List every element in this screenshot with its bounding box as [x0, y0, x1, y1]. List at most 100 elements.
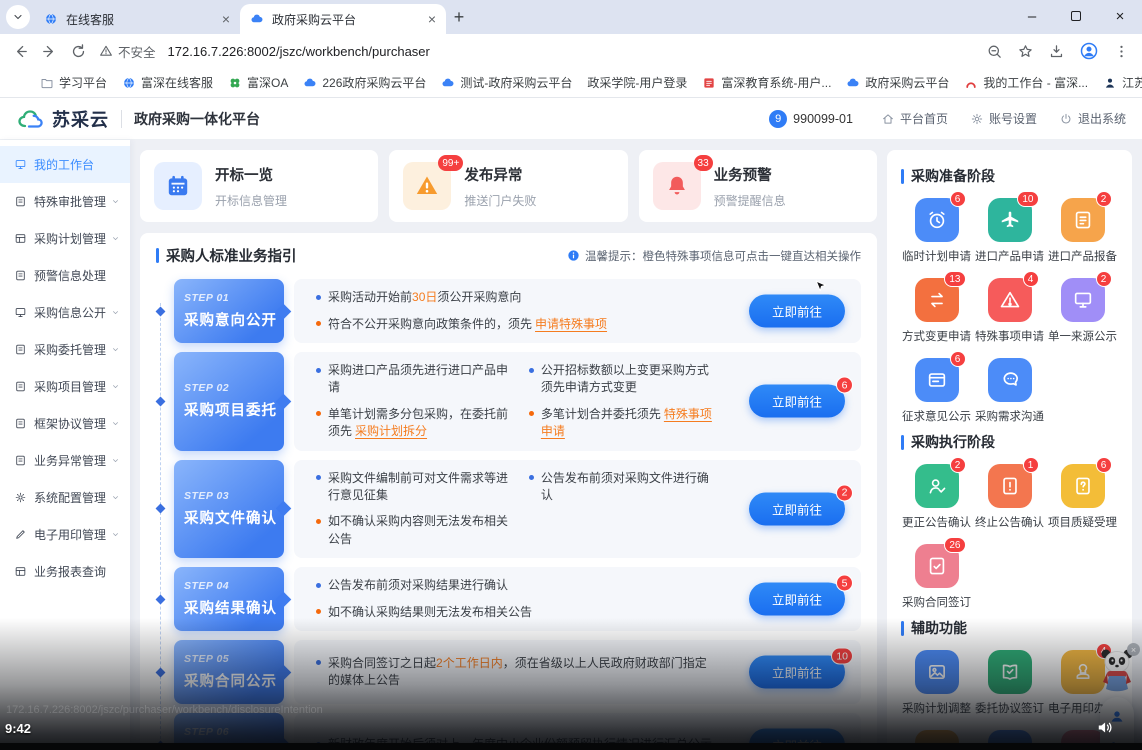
- tile-method-change-apply[interactable]: 13方式变更申请: [901, 278, 972, 344]
- logout-link[interactable]: 退出系统: [1059, 110, 1126, 127]
- clover-icon: [228, 76, 242, 90]
- plan-split-link[interactable]: 采购计划拆分: [355, 424, 427, 438]
- card-business-warning[interactable]: 33 业务预警预警提醒信息: [639, 150, 877, 222]
- doc-sign-icon: [926, 555, 948, 577]
- tile-plan-adjust[interactable]: 采购计划调整: [901, 650, 972, 716]
- tile-badge: 1: [1023, 457, 1039, 473]
- cloud-icon: [846, 76, 860, 90]
- sidebar-item-report-query[interactable]: 业务报表查询: [0, 553, 130, 590]
- tile-opinion-solicitation[interactable]: 6征求意见公示: [901, 358, 972, 424]
- section-title-execution: 采购执行阶段: [901, 432, 1118, 452]
- tile-badge: 2: [950, 457, 966, 473]
- bookmark-edu-system[interactable]: 富深教育系统-用户...: [702, 74, 831, 91]
- monitor-icon: [14, 158, 27, 171]
- window-controls: – ×: [1010, 0, 1142, 32]
- guideline: 公告发布前须对采购文件进行确认: [529, 470, 713, 505]
- volume-icon[interactable]: [1096, 718, 1115, 737]
- warning-triangle-icon: [414, 173, 440, 199]
- person-check-icon: [926, 475, 948, 497]
- go-now-button[interactable]: 立即前往: [749, 295, 845, 328]
- tile-project-query-accept[interactable]: 6项目质疑受理: [1047, 464, 1118, 530]
- zoom-out-icon[interactable]: [986, 43, 1003, 60]
- maximize-button[interactable]: [1054, 0, 1098, 32]
- chevron-down-icon: [111, 493, 120, 502]
- section-title-preparation: 采购准备阶段: [901, 166, 1118, 186]
- back-icon[interactable]: [12, 43, 29, 60]
- close-icon[interactable]: ×: [222, 12, 230, 26]
- sidebar-item-framework-agreement[interactable]: 框架协议管理: [0, 405, 130, 442]
- tile-contract-sign[interactable]: 26采购合同签订: [901, 544, 972, 610]
- document-icon: [1072, 209, 1094, 231]
- minimize-button[interactable]: –: [1010, 0, 1054, 32]
- sidebar-item-eseal-management[interactable]: 电子用印管理: [0, 516, 130, 553]
- go-now-button[interactable]: 立即前往6: [749, 385, 845, 418]
- download-icon[interactable]: [1048, 43, 1065, 60]
- tile-badge: 6: [1096, 457, 1112, 473]
- go-now-button[interactable]: 立即前往10: [749, 656, 845, 689]
- tile-correction-notice-confirm[interactable]: 2更正公告确认: [901, 464, 972, 530]
- tile-badge: 10: [1017, 191, 1038, 207]
- bookmark-learning-platform[interactable]: 学习平台: [40, 74, 107, 91]
- close-icon[interactable]: ×: [1127, 643, 1140, 656]
- card-badge: 99+: [438, 155, 463, 171]
- bookmark-my-workbench[interactable]: 我的工作台 - 富深...: [964, 74, 1088, 91]
- sidebar-item-delegation-management[interactable]: 采购委托管理: [0, 331, 130, 368]
- guideline: 公告发布前须对采购结果进行确认: [316, 577, 713, 594]
- bookmark-star-icon[interactable]: [1017, 43, 1034, 60]
- tile-badge: 2: [1096, 191, 1112, 207]
- bookmark-procurement-cloud[interactable]: 政府采购云平台: [846, 74, 949, 91]
- forward-icon[interactable]: [41, 43, 58, 60]
- bookmark-fushen-service[interactable]: 富深在线客服: [122, 74, 213, 91]
- new-tab-button[interactable]: +: [446, 4, 472, 30]
- tile-single-source-publicity[interactable]: 2单一来源公示: [1047, 278, 1118, 344]
- tile-temp-plan-apply[interactable]: 6临时计划申请: [901, 198, 972, 264]
- sidebar-item-special-approval[interactable]: 特殊审批管理: [0, 183, 130, 220]
- browser-tab-online-service[interactable]: 在线客服 ×: [34, 4, 240, 34]
- sidebar-item-warning-info[interactable]: 预警信息处理: [0, 257, 130, 294]
- sidebar-item-project-management[interactable]: 采购项目管理: [0, 368, 130, 405]
- stamp-icon: [1072, 661, 1094, 683]
- apply-special-matter-link[interactable]: 申请特殊事项: [535, 317, 607, 331]
- account-settings-link[interactable]: 账号设置: [970, 110, 1037, 127]
- divider: [121, 110, 122, 128]
- tile-agreement-sign[interactable]: 委托协议签订: [974, 650, 1045, 716]
- bookmark-fushen-oa[interactable]: 富深OA: [228, 74, 288, 91]
- bookmark-jiangsu-gov[interactable]: 江苏政府采购网: [1103, 74, 1142, 91]
- notification-badge[interactable]: 9: [769, 110, 787, 128]
- close-window-button[interactable]: ×: [1098, 0, 1142, 32]
- browser-status-url: 172.16.7.226:8002/jszc/purchaser/workben…: [6, 704, 323, 716]
- close-icon[interactable]: ×: [428, 12, 436, 26]
- tile-import-product-report[interactable]: 2进口产品报备: [1047, 198, 1118, 264]
- doc-icon: [14, 343, 27, 356]
- image-icon: [926, 661, 948, 683]
- tile-termination-notice-confirm[interactable]: 1终止公告确认: [974, 464, 1045, 530]
- step-row-document-confirm: STEP 03采购文件确认 采购文件编制前可对文件需求等进行意见征集 公告发布前…: [174, 460, 861, 559]
- platform-home-link[interactable]: 平台首页: [881, 110, 948, 127]
- go-now-button[interactable]: 立即前往5: [749, 583, 845, 616]
- tile-special-matter-apply[interactable]: 4特殊事项申请: [974, 278, 1045, 344]
- bookmark-academy-login[interactable]: 政采学院-用户登录: [587, 74, 687, 91]
- bookmark-226-cloud[interactable]: 226政府采购云平台: [303, 74, 426, 91]
- tab-search-icon[interactable]: [6, 5, 30, 29]
- browser-menu-icon[interactable]: [1113, 43, 1130, 60]
- card-bid-opening[interactable]: 开标一览开标信息管理: [140, 150, 378, 222]
- go-now-button[interactable]: 立即前往2: [749, 492, 845, 525]
- security-chip[interactable]: 不安全: [99, 42, 156, 61]
- profile-avatar-icon[interactable]: [1079, 41, 1099, 61]
- url-input[interactable]: 172.16.7.226:8002/jszc/workbench/purchas…: [168, 44, 974, 59]
- tile-import-product-apply[interactable]: 10进口产品申请: [974, 198, 1045, 264]
- browser-tab-procurement-cloud[interactable]: 政府采购云平台 ×: [240, 4, 446, 34]
- tile-demand-communication[interactable]: 采购需求沟通: [974, 358, 1045, 424]
- sidebar-item-system-config[interactable]: 系统配置管理: [0, 479, 130, 516]
- pen-icon: [14, 528, 27, 541]
- card-publish-exception[interactable]: 99+ 发布异常推送门户失败: [389, 150, 627, 222]
- person-icon: [1103, 76, 1117, 90]
- guideline: 如不确认采购内容则无法发布相关公告: [316, 513, 515, 548]
- sidebar-item-workbench[interactable]: 我的工作台: [0, 146, 130, 183]
- step-tag: STEP 03采购文件确认: [174, 460, 284, 559]
- sidebar-item-info-disclosure[interactable]: 采购信息公开: [0, 294, 130, 331]
- sidebar-item-business-exception[interactable]: 业务异常管理: [0, 442, 130, 479]
- sidebar-item-plan-management[interactable]: 采购计划管理: [0, 220, 130, 257]
- reload-icon[interactable]: [70, 43, 87, 60]
- bookmark-test-cloud[interactable]: 测试-政府采购云平台: [441, 74, 572, 91]
